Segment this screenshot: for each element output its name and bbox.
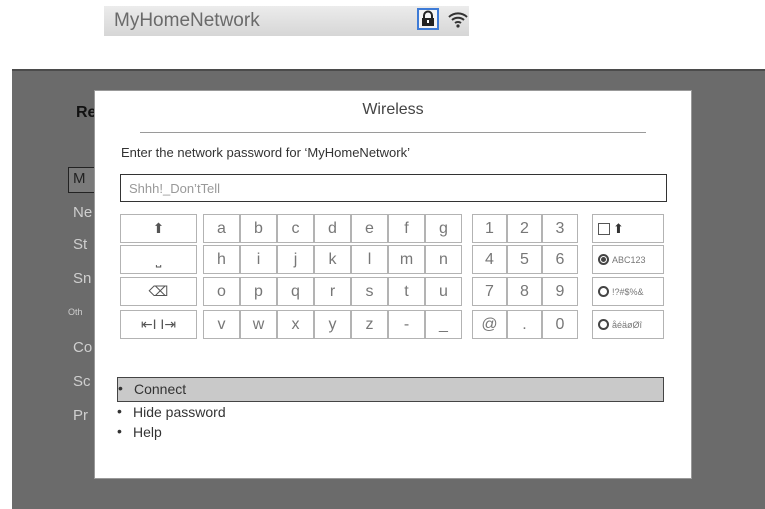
shift-key[interactable]: ⬆ [120,214,197,243]
mode-abc123-radio[interactable]: ABC123 [592,245,664,274]
key-b[interactable]: b [240,214,277,243]
key-hyphen[interactable]: - [388,310,425,339]
background-item: M [73,170,86,187]
key-e[interactable]: e [351,214,388,243]
key-q[interactable]: q [277,277,314,306]
background-item: St [73,236,88,253]
key-7[interactable]: 7 [472,277,507,306]
key-i[interactable]: i [240,245,277,274]
key-w[interactable]: w [240,310,277,339]
key-1[interactable]: 1 [472,214,507,243]
key-3[interactable]: 3 [542,214,578,243]
key-u[interactable]: u [425,277,462,306]
background-item: Pr [73,407,88,424]
background-item: Oth [68,307,83,317]
mode-accents-radio[interactable]: åéäøØî [592,310,664,339]
key-j[interactable]: j [277,245,314,274]
key-s[interactable]: s [351,277,388,306]
action-list: • Connect • Hide password • Help [117,377,664,442]
help-button[interactable]: • Help [117,422,664,442]
backspace-key[interactable]: ⌫ [120,277,197,306]
background-item: Co [73,339,93,356]
background-item: Sc [73,373,91,390]
bullet: • [117,423,122,439]
key-v[interactable]: v [203,310,240,339]
mode-label: !?#$%& [612,286,644,297]
key-underscore[interactable]: _ [425,310,462,339]
key-z[interactable]: z [351,310,388,339]
key-a[interactable]: a [203,214,240,243]
help-label: Help [133,424,162,440]
key-p[interactable]: p [240,277,277,306]
key-x[interactable]: x [277,310,314,339]
key-6[interactable]: 6 [542,245,578,274]
connect-label: Connect [134,381,187,397]
key-2[interactable]: 2 [507,214,542,243]
cursor-keys[interactable]: ⇤I I⇥ [120,310,197,339]
key-f[interactable]: f [388,214,425,243]
password-input[interactable]: Shhh!_Don’tTell [120,174,667,202]
title-divider [140,132,646,133]
key-9[interactable]: 9 [542,277,578,306]
key-5[interactable]: 5 [507,245,542,274]
hide-password-label: Hide password [133,404,226,420]
space-key[interactable]: ⎵ [120,245,197,274]
key-d[interactable]: d [314,214,351,243]
radio-icon [598,286,609,297]
connect-button[interactable]: • Connect [117,377,664,402]
key-t[interactable]: t [388,277,425,306]
key-m[interactable]: m [388,245,425,274]
key-l[interactable]: l [351,245,388,274]
password-prompt: Enter the network password for ‘MyHomeNe… [121,145,410,160]
radio-icon [598,319,609,330]
bullet: • [118,380,123,396]
network-banner: MyHomeNetwork [104,6,469,36]
mode-label: ABC123 [612,254,646,265]
dialog-title: Wireless [362,101,424,118]
mode-symbols-radio[interactable]: !?#$%& [592,277,664,306]
key-h[interactable]: h [203,245,240,274]
hide-password-button[interactable]: • Hide password [117,402,664,422]
key-n[interactable]: n [425,245,462,274]
key-k[interactable]: k [314,245,351,274]
wireless-dialog: Wireless Enter the network password for … [94,90,692,479]
caps-lock-label: ⬆ [613,220,624,236]
key-c[interactable]: c [277,214,314,243]
mode-label: åéäøØî [612,319,643,330]
key-r[interactable]: r [314,277,351,306]
key-8[interactable]: 8 [507,277,542,306]
key-at[interactable]: @ [472,310,507,339]
background-item: Sn [73,270,92,287]
key-y[interactable]: y [314,310,351,339]
wifi-icon [448,11,468,34]
key-4[interactable]: 4 [472,245,507,274]
key-0[interactable]: 0 [542,310,578,339]
background-item: Ne [73,204,93,221]
lock-icon [417,8,439,30]
key-period[interactable]: . [507,310,542,339]
caps-lock-toggle[interactable]: ⬆ [592,214,664,243]
checkbox-icon [598,222,610,235]
network-name: MyHomeNetwork [114,10,260,31]
key-o[interactable]: o [203,277,240,306]
bullet: • [117,403,122,419]
radio-selected-icon [598,254,609,265]
key-g[interactable]: g [425,214,462,243]
